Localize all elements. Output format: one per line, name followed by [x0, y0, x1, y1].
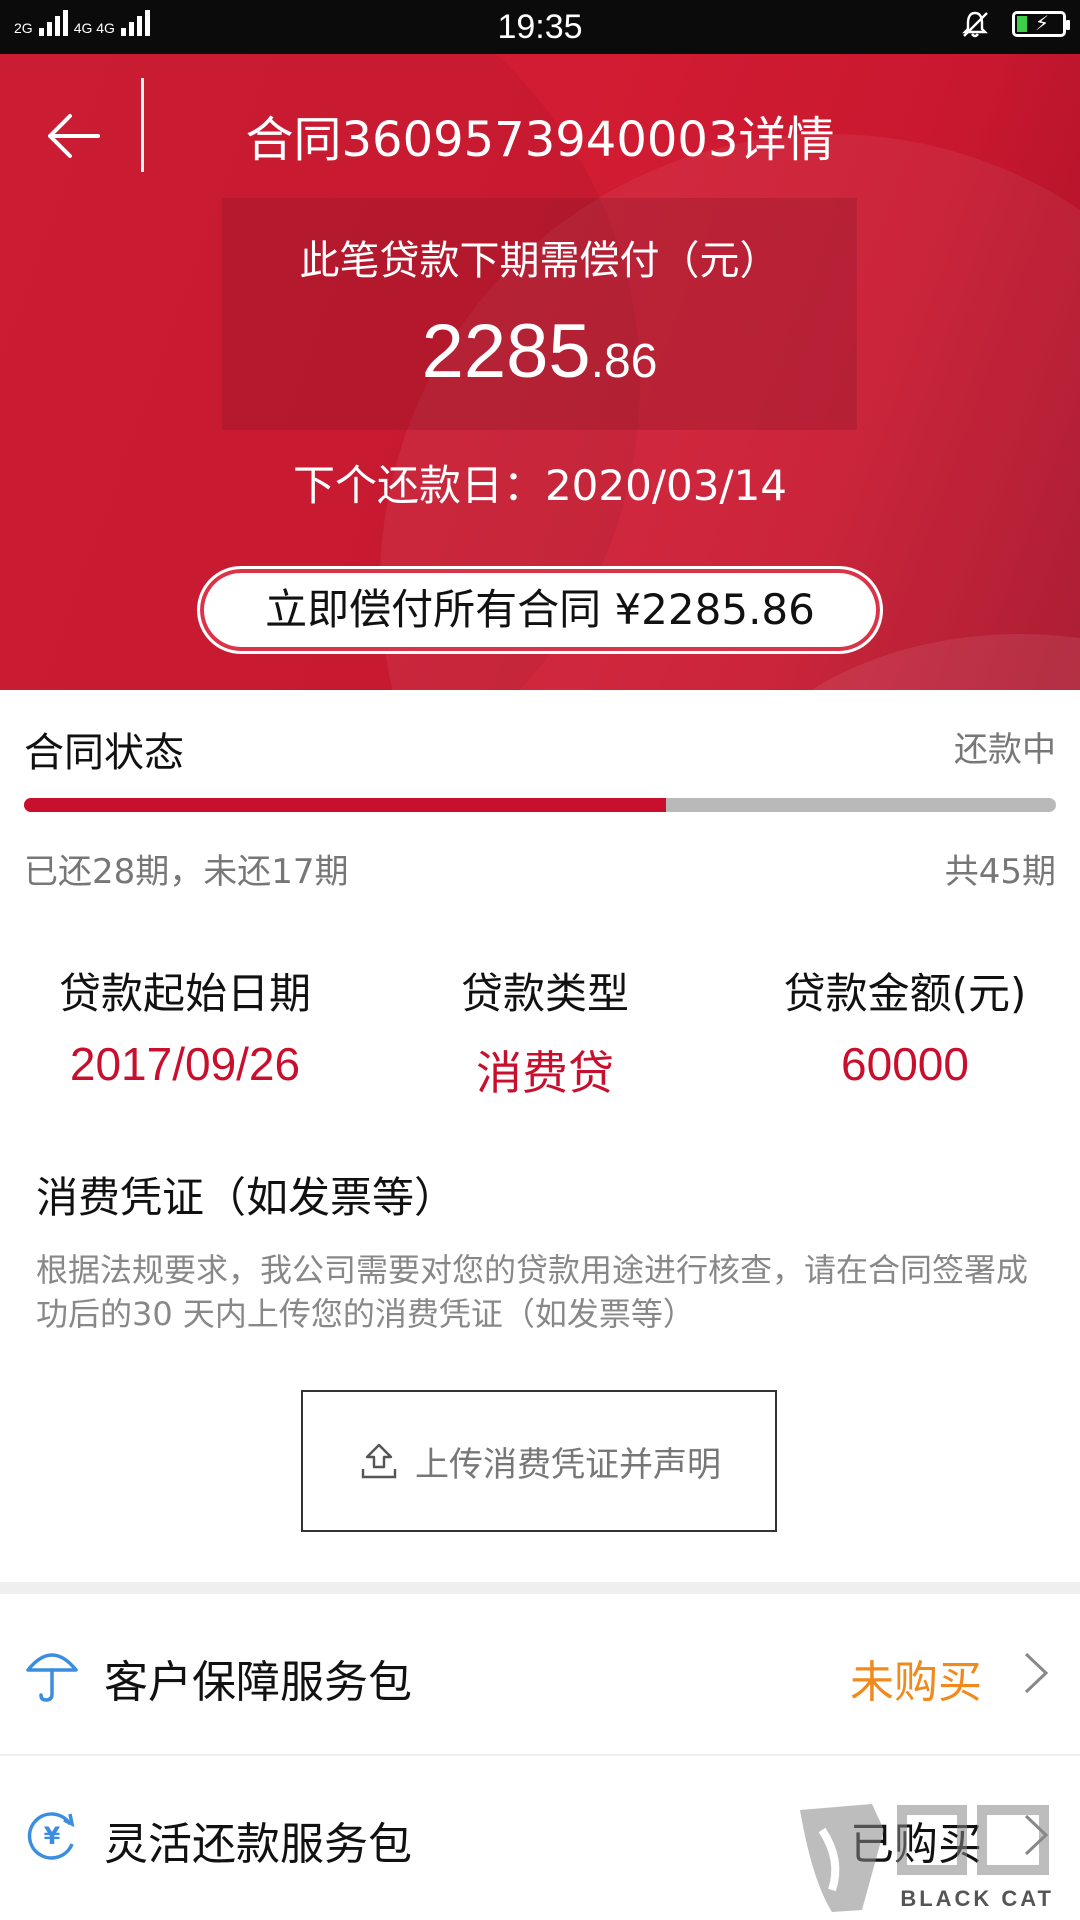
loan-type-value: 消费贷: [476, 1046, 614, 1100]
loan-amount-label: 贷款金额(元): [783, 969, 1027, 1018]
repayment-progress-fill: [24, 798, 666, 812]
upload-icon: [361, 1443, 397, 1479]
due-amount-decimal: .86: [590, 335, 658, 388]
loan-type: 贷款类型 消费贷: [400, 960, 690, 1103]
paid-periods-text: 已还28期，未还17期: [24, 852, 349, 892]
loan-amount: 贷款金额(元) 60000: [750, 960, 1060, 1091]
due-amount: 2285.86: [222, 308, 857, 395]
chevron-right-icon: [1024, 1652, 1049, 1694]
contract-status-title: 合同状态: [24, 730, 184, 776]
umbrella-icon: [26, 1653, 78, 1702]
voucher-title: 消费凭证（如发票等）: [36, 1173, 457, 1222]
header-divider: [141, 78, 144, 172]
service-label: 客户保障服务包: [104, 1657, 412, 1708]
repayment-progress-bar: [24, 798, 1056, 812]
status-bar: 2G 4G 4G 19:35 ⚡: [0, 0, 1080, 54]
loan-type-label: 贷款类型: [460, 969, 629, 1018]
battery-icon: ⚡: [1012, 11, 1070, 37]
due-amount-box: 此笔贷款下期需偿付（元） 2285.86: [222, 198, 857, 430]
due-label: 此笔贷款下期需偿付（元）: [299, 238, 780, 284]
pay-all-button[interactable]: 立即偿付所有合同 ¥2285.86: [197, 566, 883, 654]
back-arrow-icon[interactable]: [44, 106, 104, 166]
status-icons: ⚡: [960, 9, 1070, 39]
hero-header: 合同3609573940003详情 此笔贷款下期需偿付（元） 2285.86 下…: [0, 54, 1080, 690]
section-gap: [0, 1582, 1080, 1594]
bell-muted-icon: [962, 11, 988, 38]
upload-voucher-label: 上传消费凭证并声明: [415, 1444, 721, 1485]
loan-start-date-label: 贷款起始日期: [58, 969, 311, 1018]
service-label: 灵活还款服务包: [104, 1819, 412, 1870]
service-state: 未购买: [850, 1657, 982, 1708]
clock: 19:35: [497, 8, 583, 46]
contract-status-value: 还款中: [954, 730, 1056, 770]
svg-text:¥: ¥: [44, 1822, 61, 1850]
page-title: 合同3609573940003详情: [245, 112, 835, 168]
total-periods-text: 共45期: [944, 852, 1056, 892]
watermark-text: BLACK CAT: [900, 1886, 1054, 1911]
upload-voucher-button[interactable]: 上传消费凭证并声明: [301, 1390, 777, 1532]
loan-amount-value: 60000: [841, 1038, 969, 1090]
next-payment-date: 下个还款日：2020/03/14: [292, 461, 788, 510]
due-amount-integer: 2285: [421, 309, 591, 394]
voucher-description: 根据法规要求，我公司需要对您的贷款用途进行核查，请在合同签署成功后的30 天内上…: [36, 1251, 1029, 1333]
yuan-refresh-icon: ¥: [27, 1812, 75, 1860]
service-row-protection[interactable]: 客户保障服务包 未购买: [0, 1594, 1080, 1756]
loan-start-date: 贷款起始日期 2017/09/26: [30, 960, 340, 1091]
loan-start-date-value: 2017/09/26: [69, 1038, 301, 1090]
